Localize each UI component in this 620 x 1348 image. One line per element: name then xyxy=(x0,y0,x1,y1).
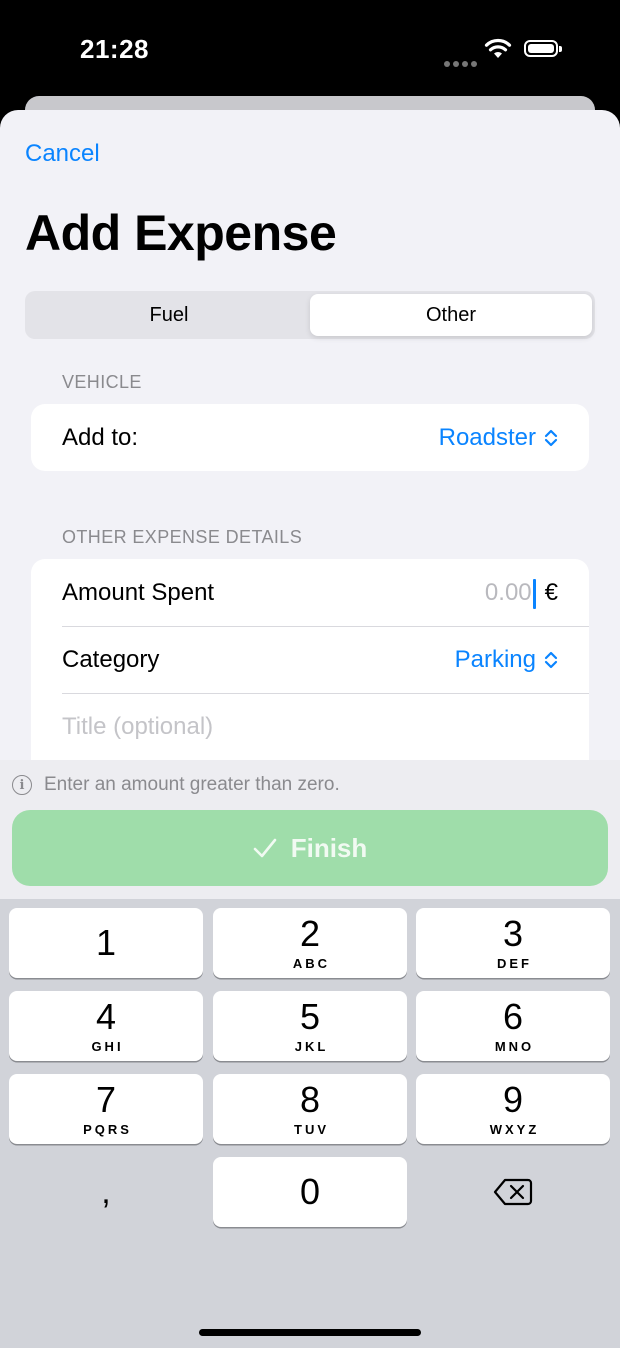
key-5[interactable]: 5 JKL xyxy=(213,991,407,1061)
wifi-icon xyxy=(484,38,512,58)
footer-bar: i Enter an amount greater than zero. Fin… xyxy=(0,760,620,900)
chevron-up-down-icon xyxy=(544,651,558,668)
details-section-label: OTHER EXPENSE DETAILS xyxy=(62,527,303,547)
info-icon: i xyxy=(12,775,32,795)
key-6[interactable]: 6 MNO xyxy=(416,991,610,1061)
delete-key[interactable] xyxy=(416,1157,610,1227)
segment-other[interactable]: Other xyxy=(310,294,592,336)
finish-button[interactable]: Finish xyxy=(12,810,608,886)
key-3[interactable]: 3 DEF xyxy=(416,908,610,978)
currency-symbol: € xyxy=(544,578,558,606)
key-9[interactable]: 9 WXYZ xyxy=(416,1074,610,1144)
vehicle-picker[interactable]: Roadster xyxy=(439,424,558,452)
key-0[interactable]: 0 xyxy=(213,1157,407,1227)
category-picker[interactable]: Parking xyxy=(455,646,558,674)
add-expense-sheet: Cancel Add Expense Fuel Other VEHICLE Ad… xyxy=(0,110,620,1348)
amount-placeholder: 0.00 xyxy=(485,578,536,609)
segment-fuel[interactable]: Fuel xyxy=(28,294,310,336)
battery-icon xyxy=(524,40,562,57)
category-row[interactable]: Category Parking xyxy=(31,626,589,693)
vehicle-value: Roadster xyxy=(438,423,536,451)
category-label: Category xyxy=(62,645,160,673)
finish-label: Finish xyxy=(290,832,368,863)
key-4[interactable]: 4 GHI xyxy=(9,991,203,1061)
expense-type-segmented-control: Fuel Other xyxy=(25,291,595,339)
vehicle-card: Add to: Roadster xyxy=(31,404,589,471)
vehicle-section-label: VEHICLE xyxy=(62,372,142,392)
details-card: Amount Spent 0.00 € Category Parking Tit… xyxy=(31,559,589,760)
cancel-button[interactable]: Cancel xyxy=(25,140,100,168)
key-7[interactable]: 7 PQRS xyxy=(9,1074,203,1144)
cellular-signal-icon xyxy=(444,54,480,72)
title-input[interactable]: Title (optional) xyxy=(62,713,558,741)
status-bar: 21:28 xyxy=(0,0,620,96)
amount-input[interactable]: 0.00 € xyxy=(485,578,558,609)
status-time: 21:28 xyxy=(80,34,149,64)
amount-label: Amount Spent xyxy=(62,578,215,606)
key-8[interactable]: 8 TUV xyxy=(213,1074,407,1144)
key-decimal[interactable]: , xyxy=(9,1157,203,1227)
amount-row[interactable]: Amount Spent 0.00 € xyxy=(31,559,589,626)
numeric-keyboard: 1 2 ABC 3 DEF 4 GHI 5 JKL 6 MNO 7 PQRS 8 TUV 9W… xyxy=(0,899,620,1348)
page-title: Add Expense xyxy=(25,205,337,261)
key-1[interactable]: 1 xyxy=(9,908,203,978)
key-2[interactable]: 2 ABC xyxy=(213,908,407,978)
validation-hint: i Enter an amount greater than zero. xyxy=(12,774,340,796)
chevron-up-down-icon xyxy=(544,429,558,446)
checkmark-icon xyxy=(253,838,277,858)
add-to-row[interactable]: Add to: Roadster xyxy=(31,404,589,471)
hint-text: Enter an amount greater than zero. xyxy=(44,774,340,795)
title-row[interactable]: Title (optional) xyxy=(31,693,589,760)
home-indicator xyxy=(199,1329,421,1336)
category-value: Parking xyxy=(454,645,536,673)
add-to-label: Add to: xyxy=(62,423,139,451)
backspace-icon xyxy=(493,1178,533,1206)
